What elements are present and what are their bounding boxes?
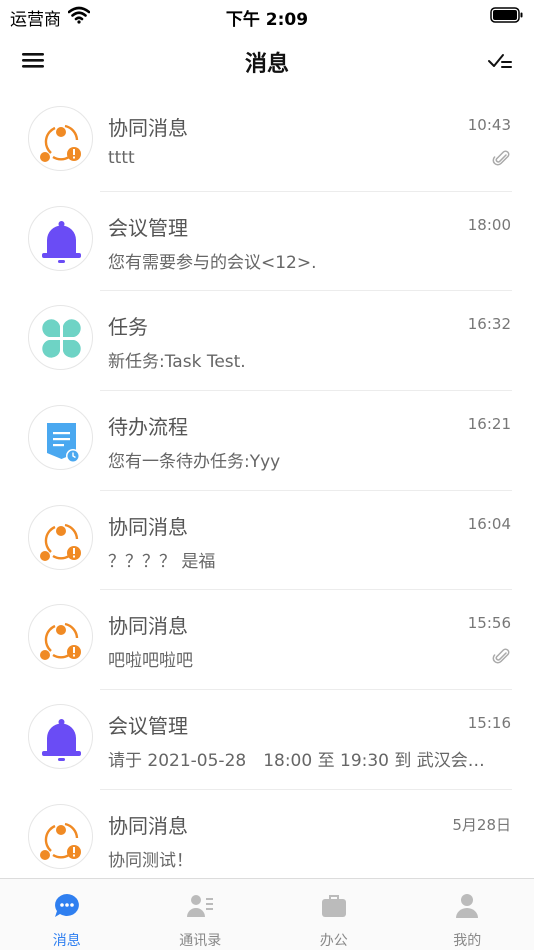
collab-icon xyxy=(28,604,93,670)
message-title: 协同消息 xyxy=(108,614,188,639)
message-title: 协同消息 xyxy=(108,813,188,838)
tab-me[interactable]: 我的 xyxy=(401,879,534,950)
tab-office[interactable]: 办公 xyxy=(267,879,401,950)
message-item[interactable]: 会议管理 18:00 您有需要参与的会议<12>. xyxy=(0,192,534,292)
message-title: 协同消息 xyxy=(108,514,188,539)
paperclip-icon xyxy=(492,148,512,168)
message-time: 18:00 xyxy=(467,215,511,234)
message-preview: ？？？？ 是福 xyxy=(108,551,216,572)
person-icon xyxy=(452,891,482,921)
collab-icon xyxy=(28,504,93,570)
contacts-icon xyxy=(185,891,215,921)
battery-icon xyxy=(490,6,524,28)
message-title: 任务 xyxy=(108,315,148,340)
message-preview: 您有一条待办任务:Yyy xyxy=(108,452,281,473)
bell-icon xyxy=(28,205,93,271)
message-item[interactable]: 协同消息 15:56 吧啦吧啦吧 xyxy=(0,590,534,691)
message-title: 协同消息 xyxy=(108,116,188,140)
collab-icon xyxy=(28,106,93,171)
message-item[interactable]: 协同消息 5月28日 协同测试！ xyxy=(0,790,534,878)
message-item[interactable]: 协同消息 10:43 tttt xyxy=(0,92,534,192)
message-title: 待办流程 xyxy=(108,415,188,440)
message-preview: 新任务:Task Test. xyxy=(108,352,246,373)
page-title: 消息 xyxy=(244,52,289,77)
chat-bubble-icon xyxy=(52,891,82,921)
message-item[interactable]: 待办流程 16:21 您有一条待办任务:Yyy xyxy=(0,391,534,491)
paperclip-icon xyxy=(492,646,512,666)
message-preview: 您有需要参与的会议<12>. xyxy=(108,252,317,273)
message-time: 16:04 xyxy=(467,514,511,533)
clock-label: 下午 2:09 xyxy=(225,10,309,30)
briefcase-icon xyxy=(319,891,349,921)
clover-icon xyxy=(28,305,93,371)
message-time: 16:21 xyxy=(467,415,511,434)
message-title: 会议管理 xyxy=(108,215,188,240)
message-item[interactable]: 会议管理 15:16 请于 2021-05-28 18:00 至 19:30 到… xyxy=(0,690,534,790)
message-time: 16:32 xyxy=(467,315,511,334)
tab-label: 通讯录 xyxy=(179,933,222,949)
tab-label: 办公 xyxy=(319,933,348,949)
message-item[interactable]: 任务 16:32 新任务:Task Test. xyxy=(0,291,534,392)
menu-icon[interactable] xyxy=(18,46,48,74)
tab-label: 我的 xyxy=(453,933,482,949)
tab-messages[interactable]: 消息 xyxy=(0,879,134,950)
tab-contacts[interactable]: 通讯录 xyxy=(134,879,268,950)
message-title: 会议管理 xyxy=(108,714,188,739)
tab-label: 消息 xyxy=(52,933,81,949)
message-time: 10:43 xyxy=(467,116,511,134)
nav-bar: 消息 xyxy=(0,32,534,88)
mark-all-read-icon[interactable] xyxy=(486,46,516,74)
message-preview: 吧啦吧啦吧 xyxy=(108,651,193,672)
message-preview: 协同测试！ xyxy=(108,850,193,871)
tab-bar: 消息 通讯录 办公 我的 xyxy=(0,878,534,950)
collab-icon xyxy=(28,803,93,869)
document-clock-icon xyxy=(28,405,93,471)
status-bar: 运营商 下午 2:09 xyxy=(0,0,534,32)
message-preview: tttt xyxy=(108,148,135,168)
message-preview: 请于 2021-05-28 18:00 至 19:30 到 武汉会… xyxy=(108,751,485,772)
message-item[interactable]: 协同消息 16:04 ？？？？ 是福 xyxy=(0,491,534,591)
message-time: 15:16 xyxy=(467,714,511,733)
message-time: 15:56 xyxy=(467,614,511,633)
message-list[interactable]: 协同消息 10:43 tttt 会议管理 18:00 您有需要参与的会议<12>… xyxy=(0,92,534,878)
bell-icon xyxy=(28,704,93,770)
message-time: 5月28日 xyxy=(452,815,511,834)
